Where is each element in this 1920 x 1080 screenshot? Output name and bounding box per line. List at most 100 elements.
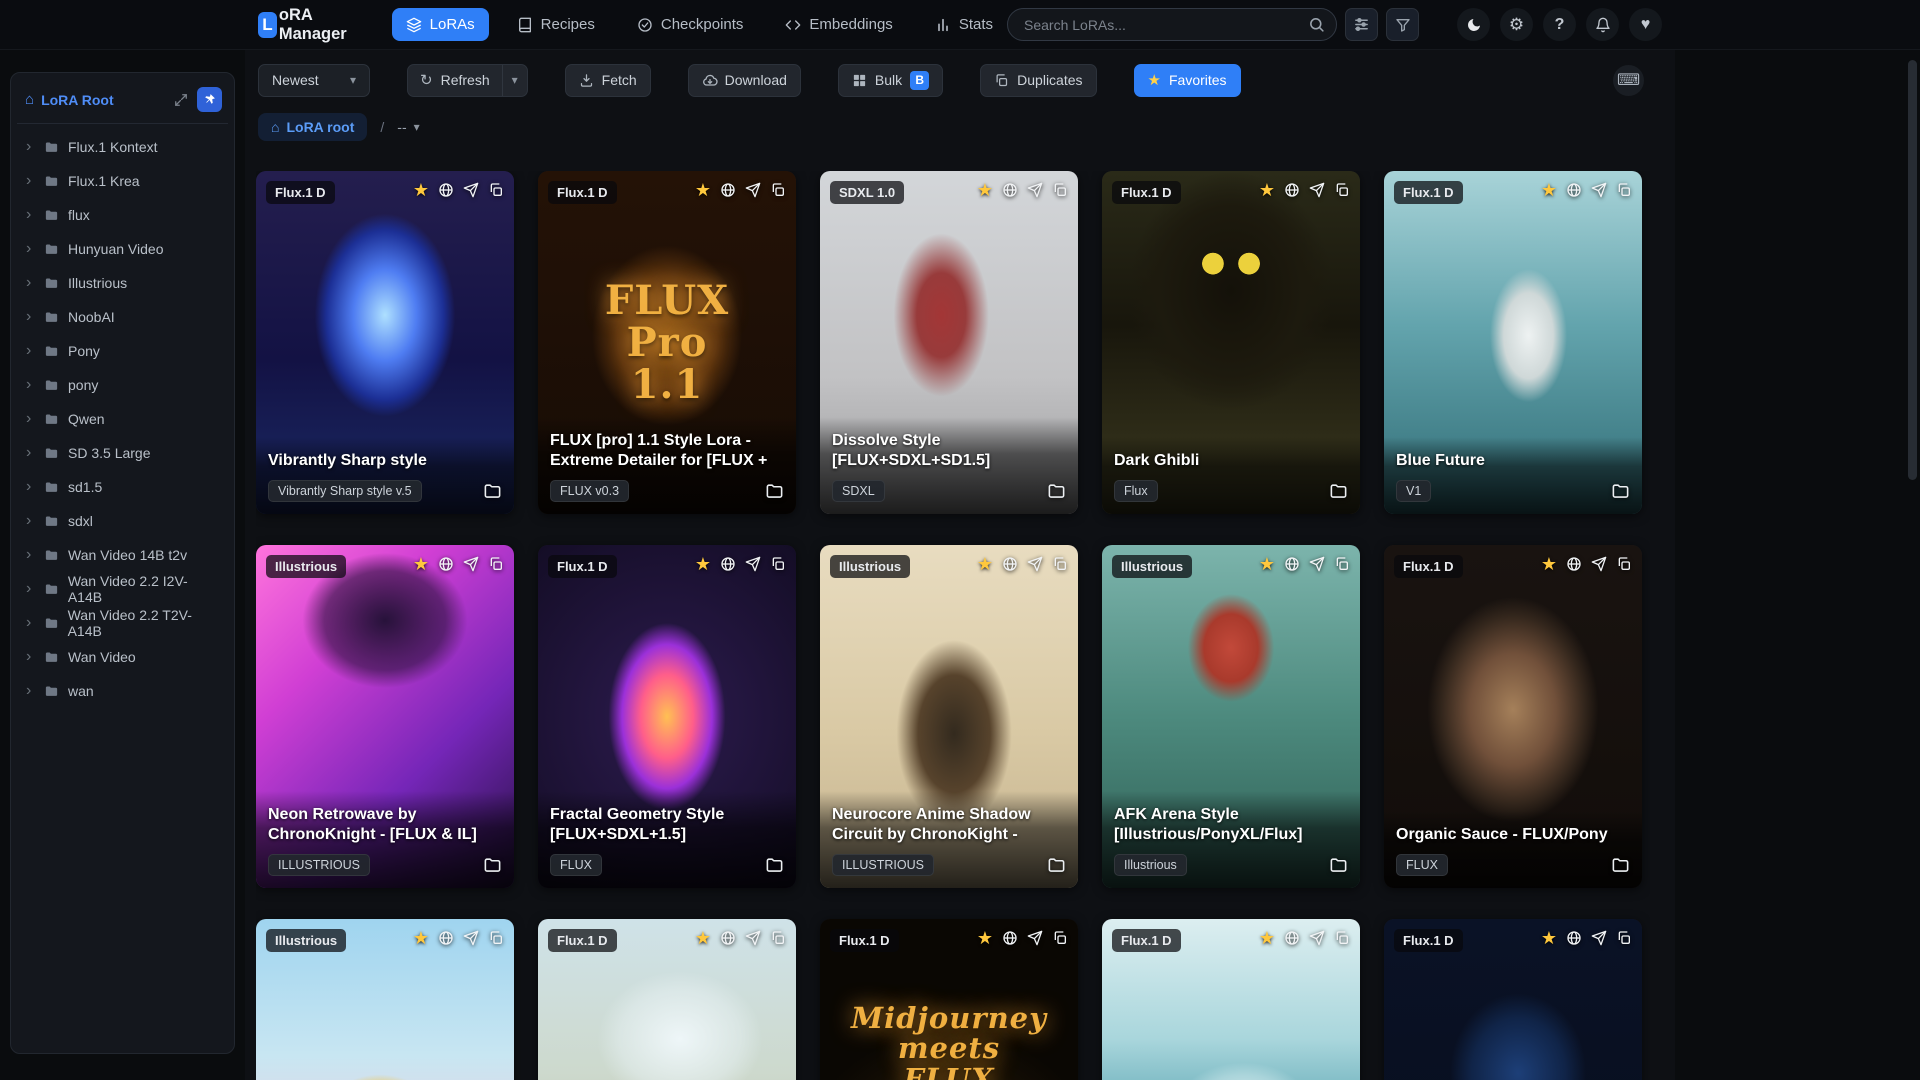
open-folder-icon[interactable] <box>483 856 502 875</box>
chevron-right-icon[interactable]: › <box>26 241 35 257</box>
globe-icon[interactable] <box>438 182 454 198</box>
chevron-right-icon[interactable]: › <box>26 139 35 155</box>
copy-icon[interactable] <box>770 556 786 572</box>
filter-button[interactable] <box>1386 8 1419 41</box>
send-icon[interactable] <box>463 930 479 946</box>
sidebar-folder-item[interactable]: › Wan Video 2.2 I2V-A14B <box>17 572 228 606</box>
open-folder-icon[interactable] <box>1611 482 1630 501</box>
breadcrumb-folder-select[interactable]: -- ▾ <box>397 119 419 135</box>
lora-card[interactable]: Illustrious ★ Neon Retrowave by ChronoKn… <box>256 545 514 888</box>
globe-icon[interactable] <box>1284 556 1300 572</box>
lora-card[interactable]: Flux.1 D ★ Fractal Geometry Style [FLUX+… <box>538 545 796 888</box>
favorite-star-icon[interactable]: ★ <box>1541 929 1557 947</box>
favorite-star-icon[interactable]: ★ <box>977 181 993 199</box>
sidebar-folder-item[interactable]: › Wan Video <box>17 640 228 674</box>
copy-icon[interactable] <box>1616 556 1632 572</box>
chevron-right-icon[interactable]: › <box>26 683 35 699</box>
lora-card[interactable]: Flux.1 D ★ Blue Future V1 <box>1384 171 1642 514</box>
nav-tab-checkpoints[interactable]: Checkpoints <box>623 8 758 41</box>
nav-tab-recipes[interactable]: Recipes <box>503 8 609 41</box>
search-icon[interactable] <box>1308 16 1325 33</box>
download-button[interactable]: Download <box>687 63 801 97</box>
lora-card[interactable]: Flux.1 D ★ Organic Sauce - FLUX/Pony FLU… <box>1384 545 1642 888</box>
open-folder-icon[interactable] <box>1329 482 1348 501</box>
send-icon[interactable] <box>463 556 479 572</box>
send-icon[interactable] <box>1309 556 1325 572</box>
fetch-button[interactable]: Fetch <box>564 63 651 97</box>
favorite-star-icon[interactable]: ★ <box>1541 555 1557 573</box>
copy-icon[interactable] <box>1052 182 1068 198</box>
chevron-right-icon[interactable]: › <box>26 547 35 563</box>
copy-icon[interactable] <box>770 930 786 946</box>
favorite-star-icon[interactable]: ★ <box>977 555 993 573</box>
globe-icon[interactable] <box>1002 930 1018 946</box>
globe-icon[interactable] <box>1566 182 1582 198</box>
send-icon[interactable] <box>1591 182 1607 198</box>
expand-all-icon[interactable] <box>174 93 188 107</box>
refresh-button[interactable]: ↻ Refresh <box>408 65 502 96</box>
sidebar-root-label[interactable]: LoRA Root <box>41 92 174 108</box>
pin-sidebar-button[interactable] <box>197 87 222 112</box>
bulk-button[interactable]: Bulk B <box>837 63 944 97</box>
copy-icon[interactable] <box>488 930 504 946</box>
send-icon[interactable] <box>1309 182 1325 198</box>
send-icon[interactable] <box>1027 182 1043 198</box>
lora-card[interactable]: Illustrious ★ AFK Arena Style [Illustrio… <box>1102 545 1360 888</box>
lora-card[interactable]: Flux.1 D ★ <box>1102 919 1360 1080</box>
lora-card[interactable]: FLUX Pro 1.1 Flux.1 D ★ FLUX [pro] 1.1 S… <box>538 171 796 514</box>
theme-toggle-button[interactable] <box>1457 8 1490 41</box>
lora-card[interactable]: Flux.1 D ★ <box>1384 919 1642 1080</box>
copy-icon[interactable] <box>488 182 504 198</box>
sidebar-folder-item[interactable]: › sd1.5 <box>17 470 228 504</box>
notifications-button[interactable] <box>1586 8 1619 41</box>
sort-options-button[interactable] <box>1345 8 1378 41</box>
sidebar-folder-item[interactable]: › Flux.1 Krea <box>17 164 228 198</box>
favorites-filter-button[interactable]: ★ Favorites <box>1133 63 1241 97</box>
nav-tab-embeddings[interactable]: Embeddings <box>771 8 906 41</box>
copy-icon[interactable] <box>488 556 504 572</box>
favorite-star-icon[interactable]: ★ <box>695 929 711 947</box>
sidebar-folder-item[interactable]: › SD 3.5 Large <box>17 436 228 470</box>
chevron-right-icon[interactable]: › <box>26 581 35 597</box>
sort-select[interactable]: Newest ▾ <box>258 63 370 97</box>
lora-card[interactable]: SDXL 1.0 ★ Dissolve Style [FLUX+SDXL+SD1… <box>820 171 1078 514</box>
globe-icon[interactable] <box>1284 930 1300 946</box>
copy-icon[interactable] <box>1334 182 1350 198</box>
sidebar-folder-item[interactable]: › Flux.1 Kontext <box>17 130 228 164</box>
globe-icon[interactable] <box>720 556 736 572</box>
sidebar-folder-item[interactable]: › Pony <box>17 334 228 368</box>
chevron-right-icon[interactable]: › <box>26 343 35 359</box>
chevron-right-icon[interactable]: › <box>26 411 35 427</box>
help-button[interactable]: ? <box>1543 8 1576 41</box>
chevron-right-icon[interactable]: › <box>26 513 35 529</box>
lora-card[interactable]: Illustrious ★ <box>256 919 514 1080</box>
settings-button[interactable]: ⚙ <box>1500 8 1533 41</box>
chevron-right-icon[interactable]: › <box>26 615 35 631</box>
sidebar-folder-item[interactable]: › Qwen <box>17 402 228 436</box>
send-icon[interactable] <box>1591 556 1607 572</box>
nav-tab-loras[interactable]: LoRAs <box>391 8 489 41</box>
duplicates-button[interactable]: Duplicates <box>980 63 1097 97</box>
favorite-star-icon[interactable]: ★ <box>695 555 711 573</box>
globe-icon[interactable] <box>720 930 736 946</box>
globe-icon[interactable] <box>1284 182 1300 198</box>
send-icon[interactable] <box>1309 930 1325 946</box>
chevron-right-icon[interactable]: › <box>26 275 35 291</box>
send-icon[interactable] <box>1027 556 1043 572</box>
globe-icon[interactable] <box>720 182 736 198</box>
lora-card[interactable]: Midjourney meets FLUX Flux.1 D ★ <box>820 919 1078 1080</box>
open-folder-icon[interactable] <box>765 856 784 875</box>
favorite-star-icon[interactable]: ★ <box>977 929 993 947</box>
open-folder-icon[interactable] <box>1047 482 1066 501</box>
lora-card[interactable]: Illustrious ★ Neurocore Anime Shadow Cir… <box>820 545 1078 888</box>
send-icon[interactable] <box>463 182 479 198</box>
copy-icon[interactable] <box>1616 930 1632 946</box>
search-input[interactable] <box>1007 8 1337 41</box>
keyboard-shortcuts-button[interactable]: ⌨ <box>1613 64 1644 96</box>
lora-card[interactable]: Flux.1 D ★ Vibrantly Sharp style Vibrant… <box>256 171 514 514</box>
favorite-star-icon[interactable]: ★ <box>1259 181 1275 199</box>
globe-icon[interactable] <box>1002 182 1018 198</box>
sidebar-folder-item[interactable]: › Illustrious <box>17 266 228 300</box>
nav-tab-stats[interactable]: Stats <box>921 8 1007 41</box>
copy-icon[interactable] <box>1616 182 1632 198</box>
